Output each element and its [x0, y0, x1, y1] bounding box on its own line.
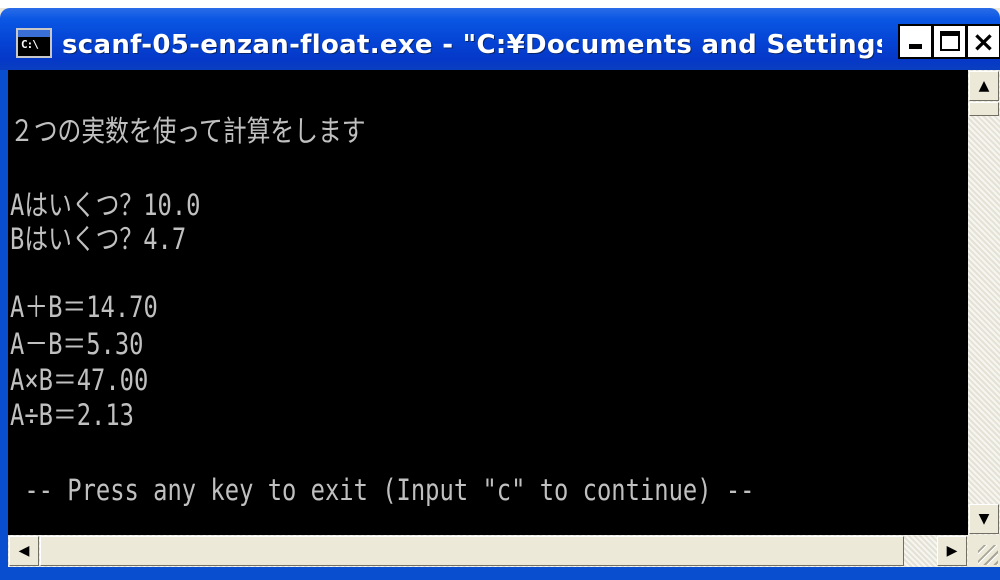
console-output[interactable]: ２つの実数を使って計算をします Aはいくつ？10.0 Bはいくつ？4.7 A＋B… [8, 70, 968, 535]
title-bar[interactable]: C:\ scanf-05-enzan-float.exe - "C:¥Docum… [0, 8, 1000, 70]
console-line: A－B＝5.30 [10, 327, 144, 361]
console-line: A÷B＝2.13 [10, 398, 134, 432]
minimize-icon [909, 44, 922, 49]
vertical-scrollbar[interactable]: ▲ ▼ [968, 70, 1000, 535]
console-line: A＋B＝14.70 [10, 290, 158, 324]
resize-grip-icon [978, 545, 998, 565]
arrow-down-icon: ▼ [978, 511, 990, 527]
scroll-down-button[interactable]: ▼ [969, 504, 999, 534]
window-title: scanf-05-enzan-float.exe - "C:¥Documents… [62, 30, 882, 60]
horizontal-scrollbar[interactable]: ◀ ▶ [8, 535, 968, 567]
vertical-scroll-thumb[interactable] [969, 102, 999, 116]
vertical-scroll-track[interactable] [968, 70, 1000, 535]
scroll-left-button[interactable]: ◀ [9, 536, 39, 566]
resize-grip[interactable] [968, 535, 1000, 567]
arrow-up-icon: ▲ [978, 78, 990, 94]
console-line: ２つの実数を使って計算をします [10, 114, 366, 148]
window-frame-left [0, 70, 8, 567]
maximize-icon [940, 31, 960, 51]
close-button[interactable]: × [966, 24, 1000, 59]
close-icon: × [971, 25, 996, 58]
horizontal-scroll-thumb[interactable] [40, 536, 904, 566]
console-app-icon[interactable]: C:\ [16, 28, 52, 58]
console-line: Bはいくつ？4.7 [10, 222, 187, 256]
maximize-button[interactable] [932, 24, 967, 59]
minimize-button[interactable] [898, 24, 933, 59]
scroll-up-button[interactable]: ▲ [969, 71, 999, 101]
console-line: -- Press any key to exit (Input "c" to c… [10, 473, 755, 507]
arrow-right-icon: ▶ [946, 543, 958, 559]
window-frame-bottom [0, 567, 1000, 580]
scroll-right-button[interactable]: ▶ [937, 536, 967, 566]
arrow-left-icon: ◀ [18, 543, 30, 559]
console-line: A×B＝47.00 [10, 363, 149, 397]
console-line: Aはいくつ？10.0 [10, 188, 201, 222]
